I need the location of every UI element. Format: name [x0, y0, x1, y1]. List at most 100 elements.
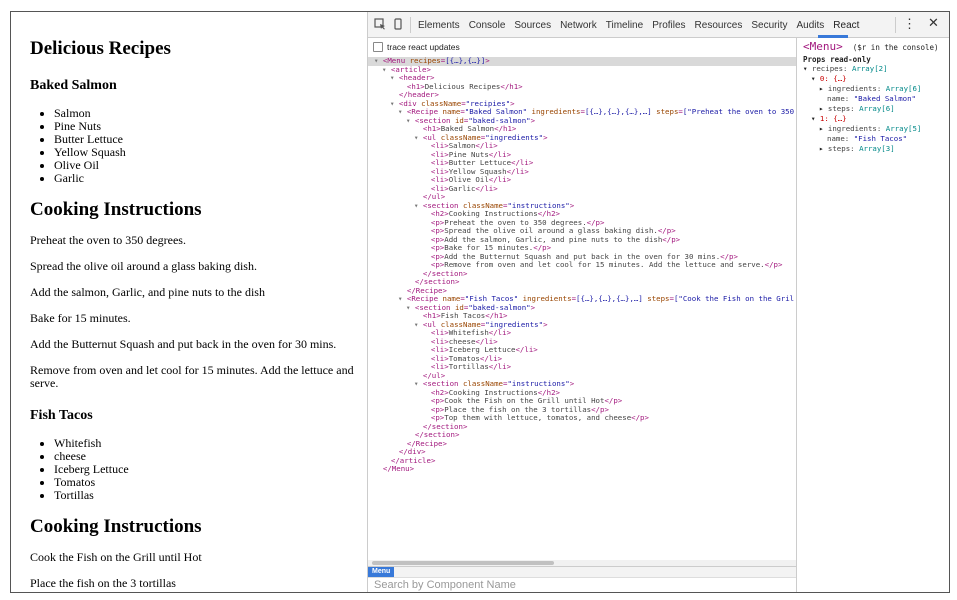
- tab-network[interactable]: Network: [560, 20, 597, 31]
- breadcrumb: Menu: [368, 566, 796, 577]
- tree-token: </li>: [515, 345, 538, 354]
- tree-node[interactable]: </Menu>: [368, 464, 796, 474]
- tab-audits[interactable]: Audits: [796, 20, 824, 31]
- tree-token: steps: [647, 294, 670, 303]
- trace-updates-label: trace react updates: [387, 42, 460, 52]
- more-options-icon[interactable]: ⋮: [903, 16, 916, 32]
- prop-row[interactable]: ▸ steps: Array[3]: [803, 144, 921, 154]
- ingredient-item: Whitefish: [54, 437, 367, 450]
- rendered-page: Delicious Recipes Baked Salmon SalmonPin…: [11, 12, 367, 592]
- instruction-step: Bake for 15 minutes.: [30, 311, 131, 325]
- props-panel: <Menu> ($r in the console) Props read-onl…: [796, 38, 949, 592]
- instruction-step: Place the fish on the 3 tortillas: [30, 576, 176, 590]
- close-icon[interactable]: ✕: [928, 15, 939, 31]
- prop-value: Array[2]: [851, 64, 888, 73]
- instructions-title: Cooking Instructions: [30, 516, 202, 537]
- tab-profiles[interactable]: Profiles: [652, 20, 685, 31]
- tree-token: >: [530, 115, 536, 125]
- ingredient-item: Garlic: [54, 172, 367, 185]
- recipe-name: Baked Salmon: [30, 78, 117, 93]
- toolbar-divider: [410, 17, 411, 33]
- prop-row[interactable]: ▸ ingredients: Array[5]: [803, 124, 921, 134]
- device-mode-icon[interactable]: [392, 18, 404, 30]
- ingredient-item: Olive Oil: [54, 159, 367, 172]
- tree-token: </p>: [631, 413, 649, 422]
- devtools-panel: Elements Console Sources Network Timeline Pro…: [367, 12, 949, 592]
- scrollbar-thumb[interactable]: [372, 561, 554, 565]
- component-tree: ▾ <Menu recipes=[{…},{…}]> ▾ <article> ▾ <…: [368, 56, 796, 474]
- instructions-steps: Preheat the oven to 350 degrees. Spread t…: [30, 234, 367, 390]
- devtools-tabbar: Elements Console Sources Network Timeline Pro…: [368, 12, 949, 38]
- tree-token: [{…},{…},{…},…]: [584, 107, 652, 116]
- ingredient-item: Tortillas: [54, 489, 367, 502]
- tab-react[interactable]: React: [833, 20, 859, 31]
- prop-value: Array[5]: [885, 124, 922, 133]
- prop-key: recipes:: [811, 64, 852, 73]
- tree-token: >: [485, 56, 490, 65]
- tree-token: </li>: [488, 362, 512, 371]
- tree-token: >: [569, 200, 575, 210]
- prop-row[interactable]: ▾ 0: {…}: [803, 74, 921, 84]
- expand-arrow-icon[interactable]: ▾: [811, 114, 820, 123]
- prop-row[interactable]: name: "Baked Salmon": [803, 94, 921, 104]
- prop-row[interactable]: name: "Fish Tacos": [803, 134, 921, 144]
- tab-timeline[interactable]: Timeline: [606, 20, 643, 31]
- tree-node[interactable]: ▾ <Menu recipes=[{…},{…}]>: [368, 56, 796, 66]
- expand-arrow-icon[interactable]: ▸: [819, 144, 828, 153]
- tree-token: >: [543, 319, 548, 329]
- tree-token: ["Preheat the oven to 350: [682, 107, 795, 116]
- instruction-step: Add the Butternut Squash and put back in…: [30, 337, 337, 351]
- inspect-element-icon[interactable]: [374, 18, 386, 30]
- tree-token: ["Cook the Fish on the Gril: [673, 294, 795, 303]
- prop-row[interactable]: ▸ ingredients: Array[6]: [803, 84, 921, 94]
- trace-updates-option[interactable]: trace react updates: [373, 42, 460, 52]
- prop-key: ingredients:: [827, 124, 886, 133]
- browser-frame: Delicious Recipes Baked Salmon SalmonPin…: [10, 11, 950, 593]
- console-hint: ($r in the console): [852, 43, 939, 52]
- instructions-title: Cooking Instructions: [30, 199, 202, 220]
- prop-key: ingredients:: [827, 84, 886, 93]
- prop-key: 0:: [819, 74, 834, 83]
- expand-arrow-icon[interactable]: ▾: [803, 64, 812, 73]
- props-header: <Menu> ($r in the console): [803, 40, 939, 53]
- tree-token: </p>: [764, 260, 783, 269]
- prop-value: "Fish Tacos": [853, 134, 908, 143]
- selected-component-name: <Menu>: [803, 40, 843, 53]
- tree-token: >: [569, 379, 575, 388]
- prop-key: steps:: [827, 144, 860, 153]
- tree-token: Garlic: [448, 183, 476, 193]
- tab-resources[interactable]: Resources: [695, 20, 743, 31]
- ingredient-item: Yellow Squash: [54, 146, 367, 159]
- prop-row[interactable]: ▸ steps: Array[6]: [803, 104, 921, 114]
- tree-token: </h1>: [500, 81, 523, 91]
- tree-node[interactable]: </Recipe>: [368, 439, 796, 449]
- prop-key: name:: [827, 94, 854, 103]
- prop-key: name:: [827, 134, 854, 143]
- tab-elements[interactable]: Elements: [418, 20, 460, 31]
- prop-row[interactable]: ▾ 1: {…}: [803, 114, 921, 124]
- expand-arrow-icon[interactable]: ▸: [819, 124, 828, 133]
- component-search-input[interactable]: Search by Component Name: [368, 577, 796, 592]
- prop-value: Array[6]: [859, 104, 895, 113]
- tree-node[interactable]: </article>: [368, 456, 796, 466]
- trace-updates-checkbox[interactable]: [373, 42, 383, 52]
- prop-value: {…}: [833, 114, 847, 123]
- ingredient-item: Tomatos: [54, 476, 367, 489]
- page-title: Delicious Recipes: [30, 38, 171, 59]
- prop-value: Array[6]: [885, 84, 922, 93]
- breadcrumb-menu[interactable]: Menu: [368, 567, 395, 577]
- expand-arrow-icon[interactable]: ▸: [819, 84, 828, 93]
- tree-token: steps: [656, 107, 679, 116]
- tree-token: [{…},{…},{…},…]: [576, 294, 643, 303]
- prop-row[interactable]: ▾ recipes: Array[2]: [803, 64, 921, 74]
- expand-arrow-icon[interactable]: ▸: [819, 104, 828, 113]
- toolbar-divider: [895, 17, 896, 33]
- tab-sources[interactable]: Sources: [514, 20, 551, 31]
- instruction-step: Spread the olive oil around a glass baki…: [30, 259, 257, 273]
- tab-console[interactable]: Console: [469, 20, 506, 31]
- expand-arrow-icon[interactable]: ▾: [811, 74, 820, 83]
- tab-security[interactable]: Security: [751, 20, 787, 31]
- instructions-steps: Cook the Fish on the Grill until Hot Plac…: [30, 551, 367, 592]
- props-list: ▾ recipes: Array[2] ▾ 0: {…} ▸ ingredients…: [803, 64, 921, 154]
